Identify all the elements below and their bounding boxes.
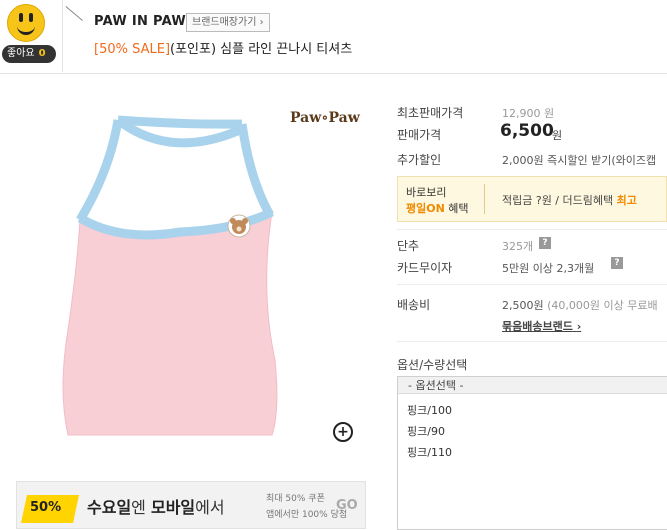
price-unit: 원 xyxy=(552,129,563,142)
price-value: 6,500 xyxy=(500,121,554,141)
unit-label: 단추 xyxy=(397,239,420,253)
option-item[interactable]: 핑크/90 xyxy=(407,423,445,439)
brand-name[interactable]: PAW IN PAW xyxy=(94,14,186,29)
card-installment-value: 5만원 이상 2,3개월 xyxy=(502,262,595,275)
bundle-brand-link[interactable]: 묶음배송브랜드 › xyxy=(502,318,581,334)
banner-sub-1: 최대 50% 쿠폰 xyxy=(266,494,325,504)
promo-on-suffix: 혜택 xyxy=(444,202,469,215)
promo-line-2: 평일ON 혜택 xyxy=(406,200,469,216)
price-label: 판매가격 xyxy=(397,128,442,142)
promo-benefits[interactable]: 적립금 ?원 / 더드림혜택 최고 xyxy=(502,192,637,208)
divider xyxy=(65,6,83,21)
like-count: 0 xyxy=(38,48,46,59)
option-item[interactable]: 핑크/100 xyxy=(407,402,452,418)
extra-discount-link[interactable]: 2,000원 즉시할인 받기(와이즈캡 xyxy=(502,152,656,168)
shipping-label: 배송비 xyxy=(397,298,431,312)
help-icon[interactable]: ? xyxy=(539,237,551,249)
section-divider xyxy=(397,284,667,285)
brand-logo: Paw∘Paw xyxy=(290,110,360,126)
sale-tag: [50% SALE] xyxy=(94,42,171,57)
shipping-note: (40,000원 이상 무료배 xyxy=(547,299,658,312)
product-image[interactable] xyxy=(40,90,380,460)
first-price-label: 최초판매가격 xyxy=(397,106,464,120)
tank-top-illustration xyxy=(62,115,278,436)
help-icon[interactable]: ? xyxy=(611,257,623,269)
shipping-fee: 2,500원 xyxy=(502,299,544,312)
product-title-text: (포인포) 심플 라인 끈나시 티셔츠 xyxy=(170,42,353,57)
section-divider xyxy=(397,341,667,342)
banner-go-button[interactable]: GO xyxy=(336,498,358,513)
zoom-plus-icon[interactable]: + xyxy=(333,422,353,442)
unit-value: 325개 xyxy=(502,240,534,253)
options-header[interactable]: - 옵션선택 - xyxy=(398,377,667,394)
banner-day: 수요일 xyxy=(87,498,132,517)
banner-text-post: 에서 xyxy=(195,498,225,517)
promo-on: 평일ON xyxy=(406,202,445,215)
discount-tag-text: 50% xyxy=(30,500,62,515)
promo-benefits-highlight: 최고 xyxy=(616,194,637,207)
smiley-icon[interactable] xyxy=(7,4,45,42)
promo-benefits-text: 적립금 ?원 / 더드림혜택 xyxy=(502,194,617,207)
shipping-value: 2,500원 (40,000원 이상 무료배 xyxy=(502,297,658,313)
section-divider xyxy=(397,229,667,230)
promo-line-1: 바로보리 xyxy=(406,186,447,199)
extra-discount-label: 추가할인 xyxy=(397,153,442,167)
like-label: 좋아요 xyxy=(7,48,35,59)
options-title: 옵션/수량선택 xyxy=(397,358,468,372)
card-installment-label: 카드무이자 xyxy=(397,261,453,275)
banner-sub-2: 앱에서만 100% 당첨 xyxy=(266,510,348,520)
first-price-value: 12,900 원 xyxy=(502,107,555,120)
brand-store-button[interactable]: 브랜드매장가기 › xyxy=(186,13,270,32)
like-badge[interactable]: 좋아요 0 xyxy=(2,45,56,63)
banner-headline: 수요일엔 모바일에서 xyxy=(87,494,225,518)
option-item[interactable]: 핑크/110 xyxy=(407,444,452,460)
banner-mobile: 모바일 xyxy=(150,498,196,517)
product-title: [50% SALE](포인포) 심플 라인 끈나시 티셔츠 xyxy=(94,38,352,57)
banner-text-mid: 엔 xyxy=(131,498,151,517)
chevron-right-icon: › xyxy=(576,320,582,333)
bear-patch-icon xyxy=(227,214,251,238)
promo-divider xyxy=(484,184,485,214)
header-divider xyxy=(0,73,667,74)
bundle-brand-text: 묶음배송브랜드 xyxy=(502,320,573,333)
